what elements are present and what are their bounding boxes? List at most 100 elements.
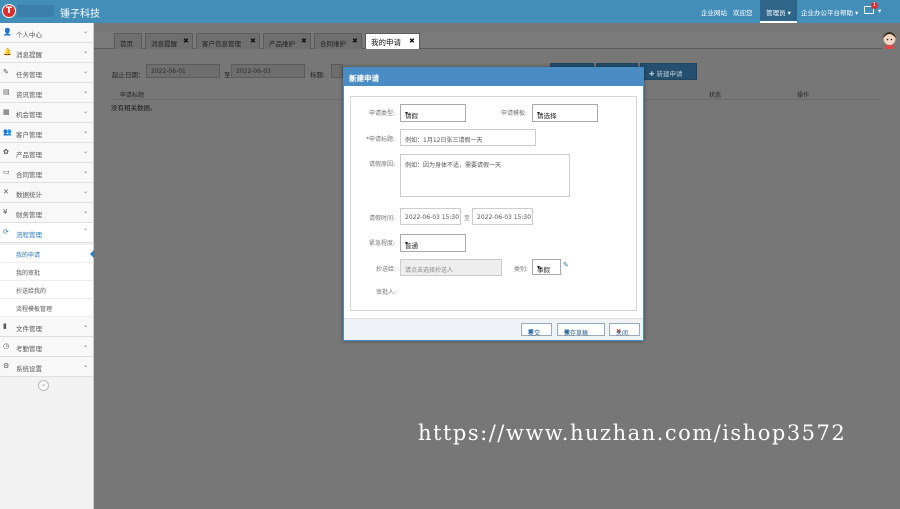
column-header: 操作 [797, 92, 810, 99]
reason-textarea[interactable]: 例如：因为身体不适，需要请假一天 [400, 154, 570, 197]
start-time-input[interactable]: 2022-06-03 15:30 [400, 208, 461, 225]
company-site-link[interactable]: 企业网站 [701, 7, 727, 17]
sidebar-sub-label: 我的申请 [16, 252, 41, 259]
clock-icon: ◷ [3, 342, 10, 350]
tab-my-applications[interactable]: 我的申请 ✖ [365, 33, 420, 49]
sidebar-item-label: 流程管理 [16, 231, 42, 239]
sidebar-item-label: 任务管理 [16, 71, 42, 79]
sidebar-item-personal[interactable]: 👤 个人中心 ⌄ [0, 23, 93, 43]
urgency-select[interactable]: 普通 ▾ [400, 234, 466, 252]
sidebar-sub-my-approvals[interactable]: 我的审批 [0, 263, 93, 281]
brand-name: 锤子科技 [60, 9, 100, 20]
edit-icon: ✎ [3, 68, 9, 76]
top-navbar: T 锤子科技 企业网站 欢迎您 管理员 ▾ 企业办公平台帮助 ▾ 1 ▾ [0, 0, 900, 23]
tab-customer-info[interactable]: 客户信息管理 ✖ [196, 33, 260, 49]
tab-home[interactable]: 首页 [114, 33, 142, 49]
reason-label: 请假原因: [369, 161, 396, 168]
chevron-down-icon: ⌄ [83, 28, 89, 35]
help-menu[interactable]: 企业办公平台帮助 ▾ [801, 7, 858, 17]
cc-input[interactable]: 请点击选择抄送人 [400, 259, 502, 276]
sidebar-item-label: 合同管理 [16, 171, 42, 179]
sidebar-item-contracts[interactable]: ▭ 合同管理 ⌄ [0, 163, 93, 183]
modal-form: 申请类型: 请假 ▾ 申请模板: 请选择 ▾ *申请标题: 例如：1月12日张三请假… [350, 96, 637, 311]
new-application-button[interactable]: ✚ 新建申请 [640, 63, 697, 80]
list-icon: ▤ [3, 88, 10, 96]
save-draft-button[interactable]: ▣ 保存草稿 [557, 323, 605, 337]
sidebar-item-label: 资讯管理 [16, 91, 42, 99]
category-select[interactable]: 事假 ▾ [532, 259, 561, 275]
modal-footer: ▣ 提交 ▣ 保存草稿 ✖ 关闭 [344, 318, 643, 340]
sidebar-item-settings[interactable]: ⚙ 系统设置 ⌄ [0, 357, 93, 377]
template-select[interactable]: 请选择 ▾ [532, 104, 598, 122]
sidebar-item-files[interactable]: ▮ 文件管理 ⌄ [0, 317, 93, 337]
close-icon[interactable]: ✖ [409, 37, 415, 45]
sidebar-collapse-icon[interactable]: « [38, 380, 49, 391]
close-icon[interactable]: × [349, 73, 355, 82]
sidebar-item-label: 消息提醒 [16, 51, 42, 59]
sidebar-item-label: 文件管理 [16, 325, 42, 333]
end-date-input[interactable]: 2022-06-03 [231, 64, 305, 78]
yen-icon: ¥ [3, 208, 8, 216]
column-header: 状态 [709, 92, 722, 99]
type-label: 申请类型: [369, 110, 396, 117]
sidebar-item-tasks[interactable]: ✎ 任务管理 ⌄ [0, 63, 93, 83]
sidebar: 👤 个人中心 ⌄ 🔔 消息提醒 ⌄ ✎ 任务管理 ⌄ ▤ 资讯管理 ⌄ ▦ 机会管理 ⌄ 👥 客户管理… [0, 23, 94, 509]
sidebar-item-label: 机会管理 [16, 111, 42, 119]
date-range-label: 起止日期： [112, 71, 145, 79]
sidebar-item-news[interactable]: ▤ 资讯管理 ⌄ [0, 83, 93, 103]
sidebar-item-attendance[interactable]: ◷ 考勤管理 ⌄ [0, 337, 93, 357]
sidebar-sub-template-management[interactable]: 流程模板管理 [0, 299, 93, 317]
submit-button[interactable]: ▣ 提交 [521, 323, 552, 337]
chevron-down-icon: ⌄ [83, 128, 89, 135]
sidebar-item-workflow[interactable]: ⟳ 流程管理 ⌃ [0, 223, 93, 243]
chevron-down-icon: ▾ [537, 110, 541, 117]
user-menu[interactable]: 管理员 ▾ [760, 0, 797, 23]
title-input[interactable]: 例如：1月12日张三请假一天 [400, 129, 536, 146]
start-date-input[interactable]: 2022-06-01 [146, 64, 220, 78]
sidebar-item-products[interactable]: ✿ 产品管理 ⌄ [0, 143, 93, 163]
sidebar-item-statistics[interactable]: ✕ 数据统计 ⌄ [0, 183, 93, 203]
chevron-down-icon: ⌄ [83, 362, 89, 369]
sidebar-sub-label: 我的审批 [16, 270, 41, 277]
bell-icon: 🔔 [3, 48, 12, 56]
shuffle-icon: ✕ [3, 188, 9, 196]
logo-placeholder [17, 5, 54, 17]
avatar[interactable] [882, 31, 897, 49]
column-header: 申请标题 [120, 92, 145, 99]
tab-product-maintenance[interactable]: 产品维护 ✖ [263, 33, 311, 49]
close-icon[interactable]: ✖ [301, 37, 307, 45]
pencil-icon[interactable]: ✎ [563, 261, 569, 269]
new-application-modal: 新建申请 × 申请类型: 请假 ▾ 申请模板: 请选择 ▾ *申请标题: 例如：1月… [343, 67, 644, 341]
chevron-down-icon: ⌄ [83, 108, 89, 115]
mail-dropdown-icon[interactable]: ▾ [878, 7, 881, 15]
sidebar-item-label: 财务管理 [16, 211, 42, 219]
sidebar-item-opportunities[interactable]: ▦ 机会管理 ⌄ [0, 103, 93, 123]
to-label: 至 [224, 71, 231, 79]
sidebar-item-customers[interactable]: 👥 客户管理 ⌄ [0, 123, 93, 143]
close-button[interactable]: ✖ 关闭 [609, 323, 640, 337]
type-select[interactable]: 请假 ▾ [400, 104, 466, 122]
sidebar-sub-my-applications[interactable]: 我的申请 [0, 245, 94, 263]
sidebar-item-messages[interactable]: 🔔 消息提醒 ⌄ [0, 43, 93, 63]
title-filter-input[interactable] [331, 64, 343, 78]
close-icon[interactable]: ✖ [352, 37, 358, 45]
template-label: 申请模板: [501, 110, 528, 117]
sidebar-item-label: 系统设置 [16, 365, 42, 373]
end-time-input[interactable]: 2022-06-03 15:30 [472, 208, 533, 225]
chevron-down-icon: ⌄ [83, 168, 89, 175]
close-icon[interactable]: ✖ [183, 37, 189, 45]
sidebar-sub-cc-to-me[interactable]: 抄送给我的 [0, 281, 93, 299]
modal-header: 新建申请 × [344, 68, 643, 86]
close-icon[interactable]: ✖ [250, 37, 256, 45]
mail-badge: 1 [871, 2, 878, 9]
urgency-label: 紧急程度: [369, 240, 396, 247]
user-icon: 👤 [3, 28, 12, 36]
tab-bar: 首页 消息提醒 ✖ 客户信息管理 ✖ 产品维护 ✖ 合同维护 ✖ 我的申请 ✖ [94, 31, 882, 49]
sidebar-item-finance[interactable]: ¥ 财务管理 ⌄ [0, 203, 93, 223]
title-filter-label: 标题: [310, 71, 326, 79]
tab-contract-maintenance[interactable]: 合同维护 ✖ [314, 33, 362, 49]
tab-messages[interactable]: 消息提醒 ✖ [145, 33, 193, 49]
empty-message: 没有相关数据。 [111, 104, 157, 112]
sidebar-item-label: 考勤管理 [16, 345, 42, 353]
chevron-down-icon: ⌄ [83, 88, 89, 95]
